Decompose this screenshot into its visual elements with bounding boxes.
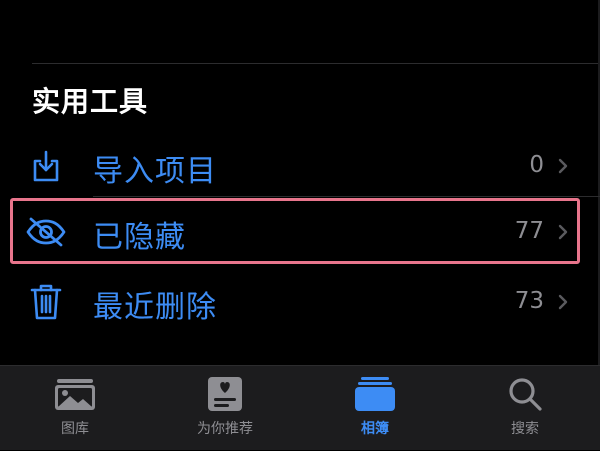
tab-search[interactable]: 搜索 — [450, 366, 600, 451]
tab-label: 相簿 — [361, 421, 389, 437]
for-you-icon — [203, 376, 247, 412]
tab-label: 搜索 — [511, 421, 539, 437]
tab-albums[interactable]: 相簿 — [300, 366, 450, 451]
item-count: 0 — [529, 152, 544, 178]
chevron-right-icon — [556, 292, 570, 312]
photo-library-icon — [53, 376, 97, 412]
tab-library[interactable]: 图库 — [0, 366, 150, 451]
top-divider — [32, 63, 600, 64]
list-item-hidden[interactable]: 已隐藏 77 — [0, 200, 600, 264]
tab-for-you[interactable]: 为你推荐 — [150, 366, 300, 451]
item-count: 73 — [514, 288, 544, 314]
list-item-label: 已隐藏 — [93, 220, 186, 255]
item-count: 77 — [514, 218, 544, 244]
list-item-imports[interactable]: 导入项目 0 — [0, 134, 600, 198]
list-item-label: 导入项目 — [93, 154, 217, 189]
trash-icon — [24, 284, 68, 320]
list-item-label: 最近删除 — [93, 290, 217, 325]
list-item-recently-deleted[interactable]: 最近删除 73 — [0, 270, 600, 334]
eye-slash-icon — [24, 214, 68, 250]
import-icon — [24, 148, 68, 184]
section-title: 实用工具 — [32, 85, 149, 118]
row-divider — [93, 196, 600, 197]
chevron-right-icon — [556, 156, 570, 176]
tab-bar: 图库 为你推荐 相簿 搜索 — [0, 365, 600, 450]
search-icon — [503, 376, 547, 412]
albums-icon — [353, 376, 397, 412]
chevron-right-icon — [556, 222, 570, 242]
tab-label: 图库 — [61, 421, 89, 437]
tab-label: 为你推荐 — [197, 421, 253, 437]
